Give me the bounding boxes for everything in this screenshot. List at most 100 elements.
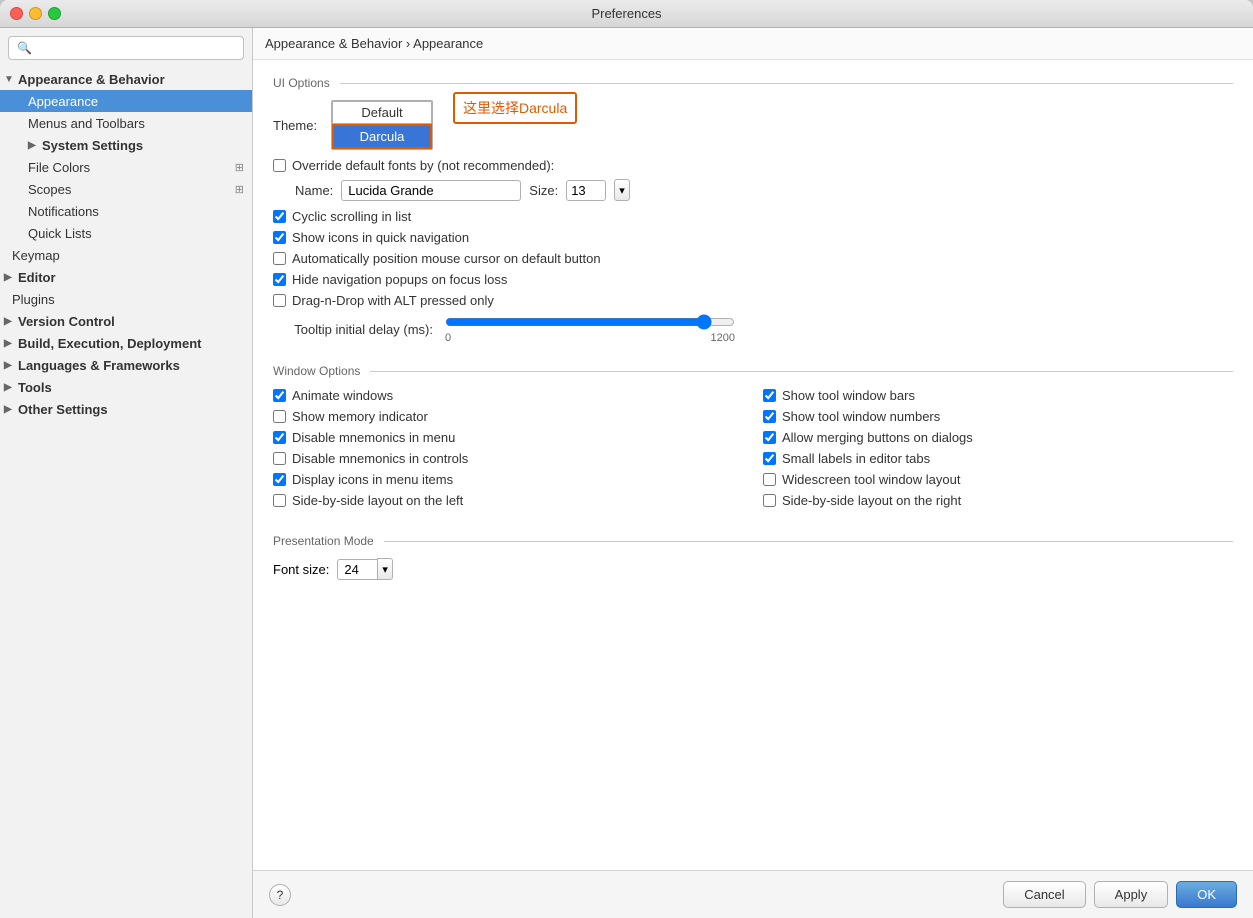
breadcrumb: Appearance & Behavior › Appearance: [253, 28, 1253, 60]
window-options-section: Window Options Animate windows Show memo: [273, 364, 1233, 514]
show-tool-window-bars-label: Show tool window bars: [782, 388, 915, 403]
search-box[interactable]: 🔍: [8, 36, 244, 60]
auto-position-mouse-checkbox[interactable]: [273, 252, 286, 265]
maximize-button[interactable]: [48, 7, 61, 20]
font-name-input[interactable]: [341, 180, 521, 201]
sidebar-item-keymap[interactable]: Keymap: [0, 244, 252, 266]
sidebar-item-label: Appearance: [28, 94, 98, 109]
small-labels-editor-checkbox[interactable]: [763, 452, 776, 465]
close-button[interactable]: [10, 7, 23, 20]
ui-options-label: UI Options: [273, 76, 330, 90]
font-size-input[interactable]: [566, 180, 606, 201]
tooltip-label: Tooltip initial delay (ms):: [273, 322, 433, 337]
size-dropdown-button[interactable]: ▾: [614, 179, 630, 201]
sidebar-item-file-colors[interactable]: File Colors ⊞: [0, 156, 252, 178]
ui-options-header: UI Options: [273, 76, 1233, 90]
cyclic-scrolling-checkbox[interactable]: [273, 210, 286, 223]
slider-min: 0: [445, 332, 451, 344]
side-by-side-left-row: Side-by-side layout on the left: [273, 493, 743, 508]
preferences-window: Preferences 🔍 ▼ Appearance & Behavior Ap…: [0, 0, 1253, 918]
show-icons-nav-row: Show icons in quick navigation: [273, 230, 1233, 245]
widescreen-layout-checkbox[interactable]: [763, 473, 776, 486]
show-tool-window-numbers-checkbox[interactable]: [763, 410, 776, 423]
show-tool-window-bars-checkbox[interactable]: [763, 389, 776, 402]
sidebar-item-appearance[interactable]: Appearance: [0, 90, 252, 112]
window-options-right: Show tool window bars Show tool window n…: [763, 388, 1233, 514]
expand-arrow-icon: ▶: [4, 360, 16, 371]
minimize-button[interactable]: [29, 7, 42, 20]
theme-option-darcula[interactable]: Darcula: [332, 124, 432, 149]
small-labels-editor-label: Small labels in editor tabs: [782, 451, 930, 466]
sidebar-item-appearance-behavior[interactable]: ▼ Appearance & Behavior: [0, 68, 252, 90]
widescreen-layout-row: Widescreen tool window layout: [763, 472, 1233, 487]
sidebar-item-version-control[interactable]: ▶ Version Control: [0, 310, 252, 332]
animate-windows-checkbox[interactable]: [273, 389, 286, 402]
theme-dropdown[interactable]: Default Darcula: [331, 100, 433, 150]
sidebar-item-label: Plugins: [12, 292, 55, 307]
disable-mnemonics-controls-checkbox[interactable]: [273, 452, 286, 465]
window-options-label: Window Options: [273, 364, 360, 378]
sidebar-item-quick-lists[interactable]: Quick Lists: [0, 222, 252, 244]
show-memory-checkbox[interactable]: [273, 410, 286, 423]
theme-label: Theme:: [273, 118, 323, 133]
drag-drop-label: Drag-n-Drop with ALT pressed only: [292, 293, 494, 308]
main-panel: Appearance & Behavior › Appearance UI Op…: [253, 28, 1253, 918]
sidebar-item-label: Scopes: [28, 182, 71, 197]
override-fonts-label: Override default fonts by (not recommend…: [292, 158, 554, 173]
animate-windows-row: Animate windows: [273, 388, 743, 403]
sidebar-item-label: Appearance & Behavior: [18, 72, 165, 87]
sidebar-item-editor[interactable]: ▶ Editor: [0, 266, 252, 288]
sidebar-item-menus-toolbars[interactable]: Menus and Toolbars: [0, 112, 252, 134]
expand-arrow-icon: ▶: [28, 140, 40, 151]
allow-merging-buttons-label: Allow merging buttons on dialogs: [782, 430, 973, 445]
sidebar-item-plugins[interactable]: Plugins: [0, 288, 252, 310]
hide-nav-popups-label: Hide navigation popups on focus loss: [292, 272, 507, 287]
disable-mnemonics-menu-checkbox[interactable]: [273, 431, 286, 444]
tooltip-slider[interactable]: [445, 314, 735, 330]
side-by-side-right-label: Side-by-side layout on the right: [782, 493, 961, 508]
presentation-mode-header: Presentation Mode: [273, 534, 1233, 548]
sidebar-item-other-settings[interactable]: ▶ Other Settings: [0, 398, 252, 420]
name-label: Name:: [295, 183, 333, 198]
allow-merging-buttons-checkbox[interactable]: [763, 431, 776, 444]
side-by-side-right-row: Side-by-side layout on the right: [763, 493, 1233, 508]
expand-arrow-icon: ▶: [4, 316, 16, 327]
help-button[interactable]: ?: [269, 884, 291, 906]
theme-option-default[interactable]: Default: [332, 101, 432, 124]
main-content: 🔍 ▼ Appearance & Behavior Appearance Men…: [0, 28, 1253, 918]
auto-position-mouse-row: Automatically position mouse cursor on d…: [273, 251, 1233, 266]
disable-mnemonics-menu-row: Disable mnemonics in menu: [273, 430, 743, 445]
side-by-side-right-checkbox[interactable]: [763, 494, 776, 507]
font-size-value: 24: [337, 559, 377, 580]
auto-position-mouse-label: Automatically position mouse cursor on d…: [292, 251, 601, 266]
sidebar-item-label: System Settings: [42, 138, 143, 153]
ok-button[interactable]: OK: [1176, 881, 1237, 908]
sidebar-item-label: Tools: [18, 380, 52, 395]
window-title: Preferences: [591, 6, 661, 21]
override-fonts-checkbox[interactable]: [273, 159, 286, 172]
sidebar-item-notifications[interactable]: Notifications: [0, 200, 252, 222]
sidebar-item-build-execution[interactable]: ▶ Build, Execution, Deployment: [0, 332, 252, 354]
search-input[interactable]: [36, 41, 235, 55]
allow-merging-buttons-row: Allow merging buttons on dialogs: [763, 430, 1233, 445]
sidebar-item-scopes[interactable]: Scopes ⊞: [0, 178, 252, 200]
sidebar-item-languages-frameworks[interactable]: ▶ Languages & Frameworks: [0, 354, 252, 376]
tooltip-slider-row: Tooltip initial delay (ms): 0 1200: [273, 314, 1233, 344]
sidebar-item-tools[interactable]: ▶ Tools: [0, 376, 252, 398]
side-by-side-left-checkbox[interactable]: [273, 494, 286, 507]
cyclic-scrolling-label: Cyclic scrolling in list: [292, 209, 411, 224]
sidebar-item-label: Version Control: [18, 314, 115, 329]
display-icons-menu-checkbox[interactable]: [273, 473, 286, 486]
show-icons-nav-checkbox[interactable]: [273, 231, 286, 244]
drag-drop-checkbox[interactable]: [273, 294, 286, 307]
show-tool-window-numbers-row: Show tool window numbers: [763, 409, 1233, 424]
cancel-button[interactable]: Cancel: [1003, 881, 1085, 908]
display-icons-menu-row: Display icons in menu items: [273, 472, 743, 487]
hide-nav-popups-checkbox[interactable]: [273, 273, 286, 286]
slider-container: 0 1200: [445, 314, 735, 344]
font-size-dropdown-button[interactable]: ▾: [377, 558, 393, 580]
side-by-side-left-label: Side-by-side layout on the left: [292, 493, 463, 508]
apply-button[interactable]: Apply: [1094, 881, 1169, 908]
sidebar-item-system-settings[interactable]: ▶ System Settings: [0, 134, 252, 156]
sidebar-item-label: Other Settings: [18, 402, 108, 417]
